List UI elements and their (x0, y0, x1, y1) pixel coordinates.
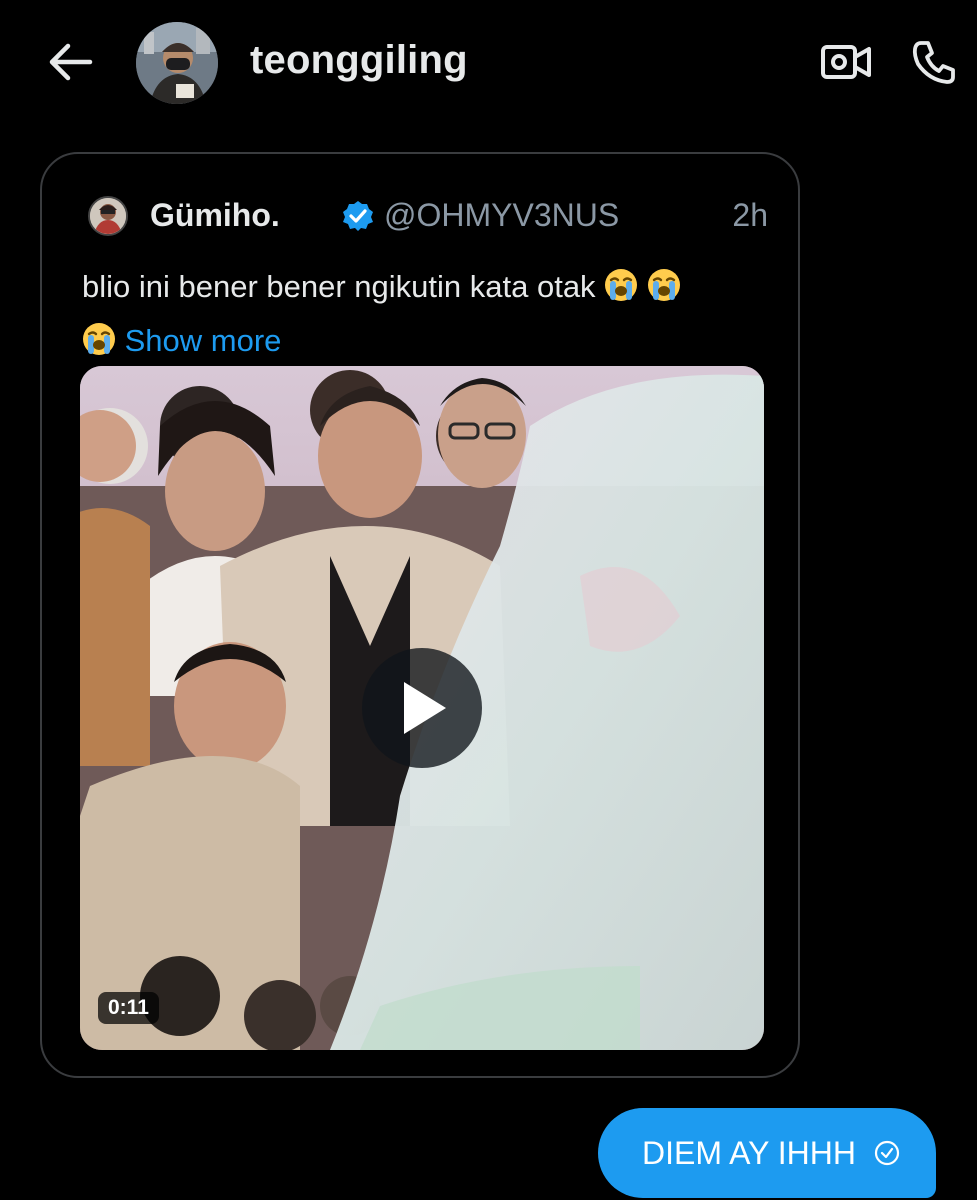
post-author-handle: @OHMYV3NUS (384, 197, 620, 233)
phone-icon (912, 41, 955, 84)
loudly-crying-face-icon (605, 269, 638, 301)
verified-badge-icon (343, 201, 373, 231)
post-author-avatar[interactable] (88, 196, 128, 236)
post-timestamp: 2h (732, 197, 768, 233)
loudly-crying-face-icon (647, 269, 680, 301)
conversation-title: teonggiling (250, 38, 468, 82)
play-icon (404, 682, 446, 734)
video-duration-badge: 0:11 (98, 992, 159, 1024)
video-thumbnail[interactable]: 0:11 (80, 366, 764, 1050)
show-more-link[interactable]: Show more (125, 323, 282, 358)
video-call-button[interactable] (818, 36, 874, 88)
post-author-row: Gümiho. @OHMYV3NUS 2h (88, 194, 768, 238)
sent-check-icon (874, 1140, 900, 1166)
post-author-name: Gümiho. (150, 197, 280, 233)
video-camera-icon (821, 45, 871, 79)
post-text: blio ini bener bener ngikutin kata otak (82, 260, 772, 368)
back-button[interactable] (44, 38, 96, 86)
quoted-post-card[interactable]: Gümiho. @OHMYV3NUS 2h blio ini bener ben… (40, 152, 800, 1078)
arrow-left-icon (49, 43, 93, 81)
play-button[interactable] (362, 648, 482, 768)
loudly-crying-face-icon (83, 323, 115, 355)
avatar[interactable] (136, 22, 218, 104)
conversation-header: teonggiling (0, 0, 977, 125)
voice-call-button[interactable] (906, 36, 962, 88)
post-text-body: blio ini bener bener ngikutin kata otak (82, 269, 596, 304)
message-text: DIEM AY IHHH (642, 1134, 856, 1171)
sent-message-bubble[interactable]: DIEM AY IHHH (598, 1108, 936, 1198)
